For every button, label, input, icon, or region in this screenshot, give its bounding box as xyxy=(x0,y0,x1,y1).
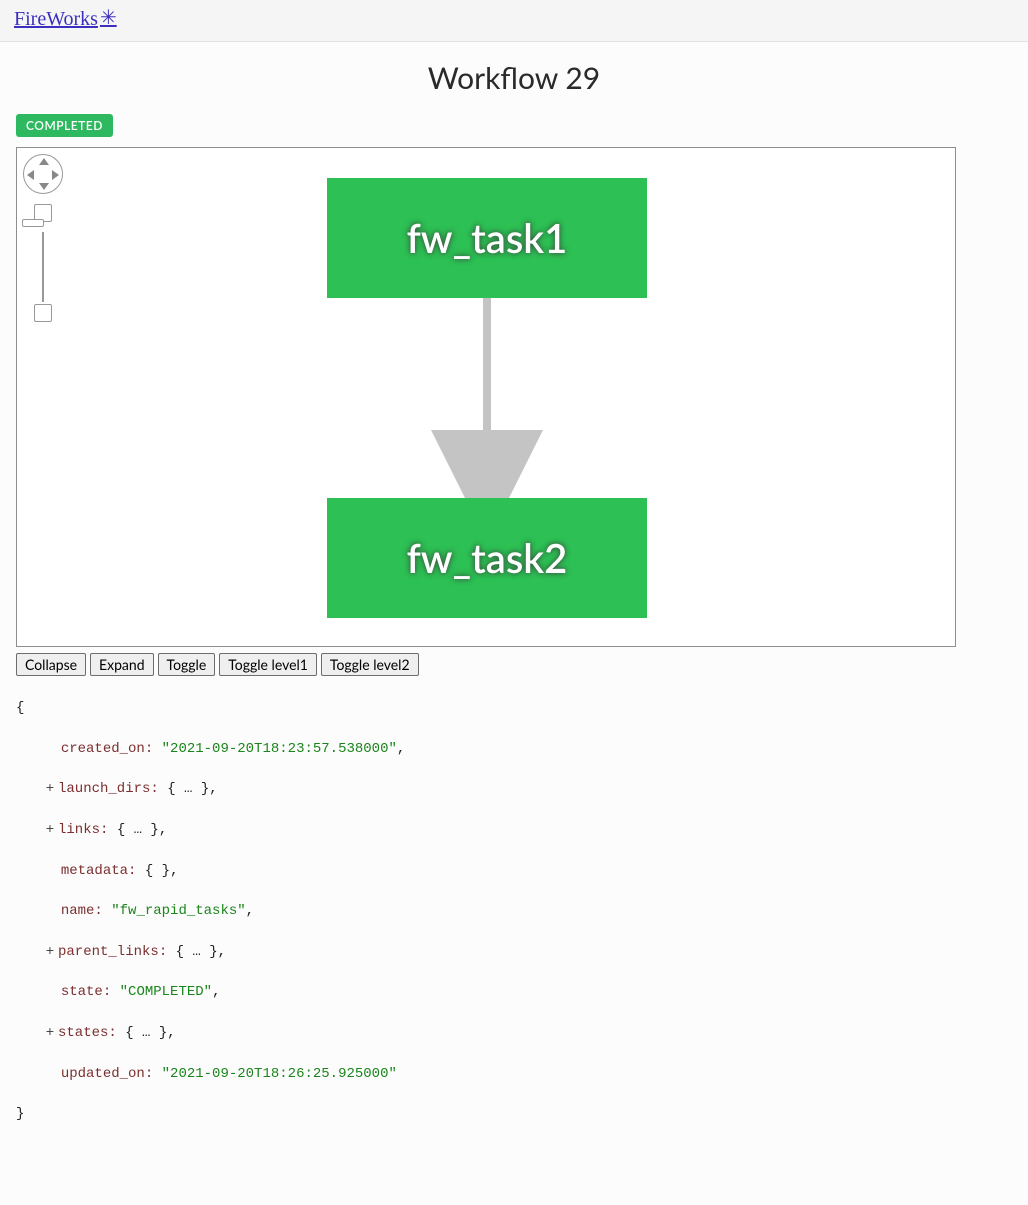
json-line: +links: { … }, xyxy=(16,820,1012,840)
json-line: { xyxy=(16,698,1012,718)
brand-link[interactable]: FireWorks ✳︎ xyxy=(14,8,1014,31)
status-badge: COMPLETED xyxy=(16,114,113,137)
zoom-track[interactable] xyxy=(42,232,44,302)
graph-node-fw-task1[interactable]: fw_task1 xyxy=(327,178,647,298)
json-line: name: "fw_rapid_tasks", xyxy=(16,901,1012,921)
json-line: metadata: { }, xyxy=(16,861,1012,881)
json-line: } xyxy=(16,1104,1012,1124)
expand-toggle-icon[interactable]: + xyxy=(44,779,56,799)
zoom-thumb[interactable] xyxy=(22,219,44,227)
pan-dpad[interactable] xyxy=(23,154,63,194)
toggle-level2-button[interactable]: Toggle level2 xyxy=(321,653,419,676)
pan-right-icon[interactable] xyxy=(52,170,59,180)
workflow-graph-panel[interactable]: fw_task1 fw_task2 xyxy=(16,147,956,647)
pan-down-icon[interactable] xyxy=(39,183,49,190)
json-line: state: "COMPLETED", xyxy=(16,982,1012,1002)
pan-zoom-control xyxy=(23,154,63,322)
json-line: updated_on: "2021-09-20T18:26:25.925000" xyxy=(16,1064,1012,1084)
toggle-button[interactable]: Toggle xyxy=(158,653,216,676)
expand-toggle-icon[interactable]: + xyxy=(44,820,56,840)
fireworks-icon: ✳︎ xyxy=(100,8,117,28)
json-viewer: { created_on: "2021-09-20T18:23:57.53800… xyxy=(16,678,1012,1165)
graph-node-label: fw_task1 xyxy=(407,214,568,262)
zoom-slider xyxy=(23,204,63,322)
expand-toggle-icon[interactable]: + xyxy=(44,942,56,962)
toggle-level1-button[interactable]: Toggle level1 xyxy=(219,653,317,676)
page-title: Workflow 29 xyxy=(16,60,1012,96)
brand-text: FireWorks xyxy=(14,8,98,31)
json-line: +states: { … }, xyxy=(16,1023,1012,1043)
pan-up-icon[interactable] xyxy=(39,158,49,165)
expand-toggle-icon[interactable]: + xyxy=(44,1023,56,1043)
json-line: created_on: "2021-09-20T18:23:57.538000"… xyxy=(16,739,1012,759)
json-line: +parent_links: { … }, xyxy=(16,942,1012,962)
top-navbar: FireWorks ✳︎ xyxy=(0,0,1028,42)
zoom-out-button[interactable] xyxy=(34,304,52,322)
graph-node-label: fw_task2 xyxy=(407,534,568,582)
json-toolbar: Collapse Expand Toggle Toggle level1 Tog… xyxy=(16,653,1012,676)
expand-button[interactable]: Expand xyxy=(90,653,154,676)
graph-node-fw-task2[interactable]: fw_task2 xyxy=(327,498,647,618)
collapse-button[interactable]: Collapse xyxy=(16,653,86,676)
pan-left-icon[interactable] xyxy=(27,170,34,180)
json-line: +launch_dirs: { … }, xyxy=(16,779,1012,799)
